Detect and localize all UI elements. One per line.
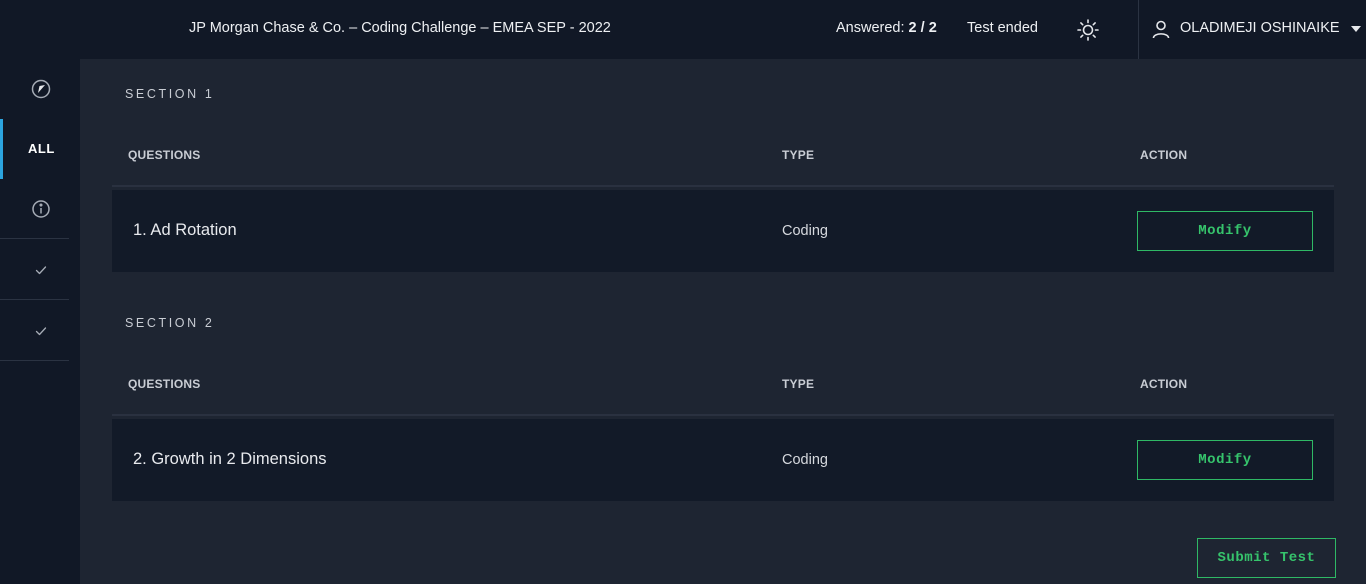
column-header-action: ACTION — [1140, 148, 1188, 162]
checkmark-icon — [31, 260, 51, 280]
answered-value: 2 / 2 — [908, 20, 937, 36]
user-name: OLADIMEJI OSHINAIKE — [1180, 20, 1340, 36]
column-header-action: ACTION — [1140, 377, 1188, 391]
sidebar-logo[interactable] — [0, 59, 80, 119]
modify-button[interactable]: Modify — [1137, 211, 1313, 251]
table-row: 2. Growth in 2 Dimensions Coding Modify — [112, 419, 1334, 501]
sidebar-item-info[interactable] — [0, 179, 80, 239]
active-indicator — [0, 119, 3, 179]
question-type: Coding — [782, 452, 828, 468]
sidebar-item-all[interactable]: ALL — [0, 119, 80, 179]
sidebar-item-all-label: ALL — [28, 141, 55, 156]
table-divider — [112, 185, 1334, 187]
compass-icon — [31, 79, 51, 99]
top-bar: JP Morgan Chase & Co. – Coding Challenge… — [0, 0, 1366, 59]
answered-label: Answered: — [836, 20, 905, 36]
table-divider — [112, 414, 1334, 416]
column-header-questions: QUESTIONS — [128, 148, 201, 162]
section-2-label: SECTION 2 — [125, 316, 215, 330]
sidebar-divider — [0, 360, 69, 361]
answered-counter: Answered: 2 / 2 — [836, 20, 937, 36]
test-status: Test ended — [967, 20, 1038, 36]
sidebar-item-question-1[interactable] — [0, 240, 80, 300]
test-title: JP Morgan Chase & Co. – Coding Challenge… — [189, 20, 611, 36]
question-title: 2. Growth in 2 Dimensions — [133, 450, 327, 468]
modify-button[interactable]: Modify — [1137, 440, 1313, 480]
sidebar-divider — [0, 238, 69, 239]
column-header-type: TYPE — [782, 377, 815, 391]
column-header-questions: QUESTIONS — [128, 377, 201, 391]
table-row: 1. Ad Rotation Coding Modify — [112, 190, 1334, 272]
column-header-type: TYPE — [782, 148, 815, 162]
sun-icon[interactable] — [1076, 18, 1100, 42]
sidebar-divider — [0, 299, 69, 300]
chevron-down-icon — [1351, 26, 1361, 32]
question-type: Coding — [782, 223, 828, 239]
user-menu[interactable]: OLADIMEJI OSHINAIKE — [1138, 0, 1366, 59]
section-1-label: SECTION 1 — [125, 87, 215, 101]
submit-test-button[interactable]: Submit Test — [1197, 538, 1336, 578]
question-title: 1. Ad Rotation — [133, 221, 237, 239]
user-icon — [1151, 19, 1171, 39]
sidebar-item-question-2[interactable] — [0, 301, 80, 361]
sidebar: ALL — [0, 59, 80, 584]
checkmark-icon — [31, 321, 51, 341]
info-icon — [31, 199, 51, 219]
